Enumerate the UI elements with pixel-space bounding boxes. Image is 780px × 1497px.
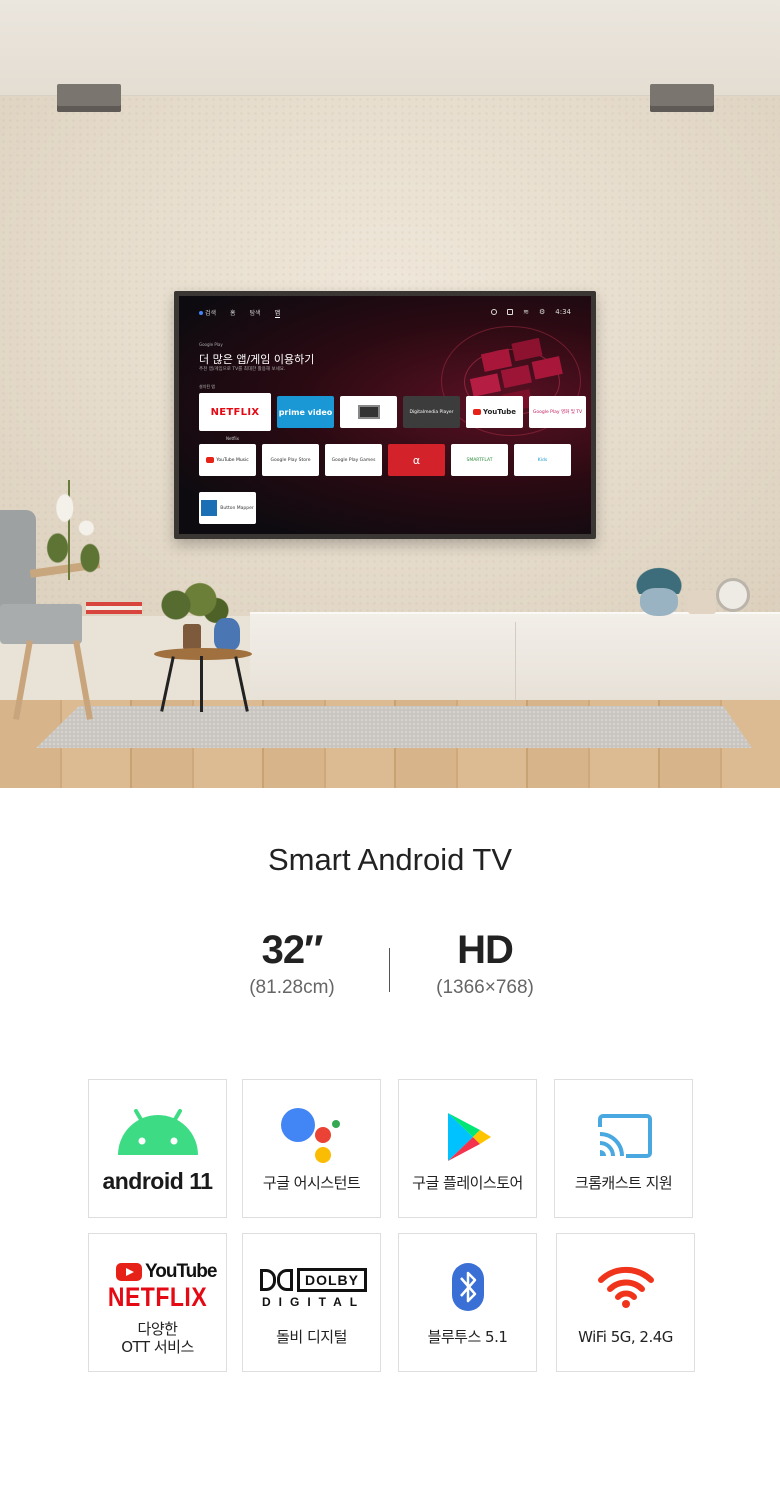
feature-google-assistant: 구글 어시스턴트 [242, 1079, 381, 1218]
tv-app-caption: Netflix [226, 436, 240, 441]
feature-ott-label-line2: OTT 서비스 [121, 1338, 194, 1356]
info-icon [491, 309, 498, 315]
tv-nav-explore: 탐색 [249, 310, 261, 317]
feature-android: android 11 [88, 1079, 227, 1218]
feature-chromecast: 크롬캐스트 지원 [554, 1079, 693, 1218]
assistant-dot-icon [199, 311, 203, 315]
ceiling-light-left [57, 84, 121, 112]
feature-dolby: DOLBY DIGITAL 돌비 디지털 [242, 1233, 381, 1372]
youtube-logo: YouTube [116, 1261, 217, 1283]
wifi-icon [598, 1266, 654, 1308]
dolby-logo-top: DOLBY [260, 1268, 367, 1292]
rug [36, 706, 752, 748]
tv-google-play-tag: Google Play [199, 342, 223, 347]
tv-subline: 추천 앱/게임으로 TV를 최대한 활용해 보세요. [199, 367, 286, 372]
plant-pot [183, 624, 201, 650]
alarm-clock [716, 578, 750, 612]
tv-app-prime-video: prime video [277, 396, 334, 428]
product-title: Smart Android TV [267, 842, 513, 877]
feature-ott-label: 다양한 OTT 서비스 [89, 1320, 226, 1356]
armchair-back [0, 510, 36, 610]
tv-icon [357, 405, 380, 419]
tv-clock: 4:34 [555, 308, 571, 316]
blue-vase [214, 618, 240, 650]
tv-app-play-store: Google Play Store [262, 444, 319, 476]
tv-nav-search-label: 검색 [205, 310, 217, 317]
tv-app-youtube-music: YouTube Music [199, 444, 256, 476]
tv-app-row-3: Button Mapper [199, 492, 256, 524]
button-mapper-icon [201, 500, 218, 516]
tv-app-play-games: Google Play Games [325, 444, 382, 476]
spec-resolution-detail: (1366×768) [436, 977, 534, 998]
tv-app-button-mapper-label: Button Mapper [220, 505, 254, 511]
youtube-logo-text: YouTube [145, 1261, 217, 1282]
feature-bluetooth-label: 블루투스 5.1 [427, 1328, 508, 1346]
tv-top-nav: 검색 홈 탐색 앱 [199, 308, 281, 318]
spec-size-value: 32″ [261, 928, 324, 972]
tv-nav-home: 홈 [230, 310, 236, 317]
tv-headline: 더 많은 앱/게임 이용하기 [199, 353, 315, 366]
tv-app-smartflat: SMARTFLAT [451, 444, 508, 476]
tv-row-label: 설치된 앱 [199, 384, 215, 389]
dolby-logo-sub: DIGITAL [262, 1295, 366, 1309]
tv-app-kids: Kids [514, 444, 571, 476]
chromecast-icon [598, 1114, 652, 1158]
tv-screen: 검색 홈 탐색 앱 ≋ ⚙ 4:34 Google Play 더 많은 앱/게임… [179, 296, 591, 534]
android-11-logo: android 11 [102, 1168, 213, 1194]
feature-wifi-label: WiFi 5G, 2.4G [578, 1328, 673, 1346]
feature-ott-label-line1: 다양한 [137, 1320, 178, 1338]
decor-pot [640, 588, 678, 616]
feature-dolby-label: 돌비 디지털 [276, 1328, 347, 1346]
dolby-double-d-icon [260, 1269, 293, 1291]
youtube-play-icon [116, 1263, 142, 1281]
hero-room-scene: 검색 홈 탐색 앱 ≋ ⚙ 4:34 Google Play 더 많은 앱/게임… [0, 0, 780, 788]
feature-chromecast-label: 크롬캐스트 지원 [574, 1174, 673, 1192]
tv-app-digitalmedia: Digitalmedia Player [403, 396, 460, 428]
bluetooth-icon [452, 1263, 484, 1311]
spec-resolution: HD (1366×768) [385, 928, 585, 999]
decor-box [688, 590, 716, 614]
tv-nav-search: 검색 [199, 308, 216, 318]
ceiling [0, 0, 780, 96]
wifi-icon: ≋ [523, 308, 529, 316]
spec-size-detail: (81.28cm) [249, 977, 335, 998]
tv-app-netflix: NETFLIX [199, 393, 271, 431]
feature-bluetooth: 블루투스 5.1 [398, 1233, 537, 1372]
tv-app-youtube: YouTube [466, 396, 523, 428]
spec-size: 32″ (81.28cm) [192, 928, 392, 999]
feature-play-store: 구글 플레이스토어 [398, 1079, 537, 1218]
armchair-seat [0, 604, 82, 644]
books [86, 602, 142, 614]
dolby-digital-logo: DOLBY DIGITAL [260, 1268, 367, 1309]
flower-plant [36, 478, 108, 578]
netflix-logo: NETFLIX [107, 1281, 208, 1312]
tv-nav-apps: 앱 [274, 310, 281, 318]
settings-icon: ⚙ [538, 308, 546, 316]
google-play-icon [448, 1113, 491, 1161]
dolby-logo-brand: DOLBY [297, 1268, 367, 1292]
feature-ott: YouTube NETFLIX 다양한 OTT 서비스 [88, 1233, 227, 1372]
tv-app-play-movies: Google Play 영화 및 TV [529, 396, 586, 428]
table-leg [200, 656, 203, 712]
google-assistant-icon [281, 1108, 340, 1163]
tv-app-alpha: α [388, 444, 445, 476]
feature-play-store-label: 구글 플레이스토어 [412, 1174, 523, 1192]
ceiling-light-right [650, 84, 714, 112]
android-robot-icon [118, 1109, 198, 1155]
input-icon [507, 309, 514, 315]
tv-status-bar: ≋ ⚙ 4:34 [491, 308, 571, 316]
tv-cabinet [250, 612, 780, 702]
tv-app-button-mapper: Button Mapper [199, 492, 256, 524]
tv-app-tv-icon [340, 396, 397, 428]
feature-wifi: WiFi 5G, 2.4G [556, 1233, 695, 1372]
cabinet-seam [515, 622, 516, 702]
spec-resolution-value: HD [457, 928, 514, 972]
tv-app-row-2: YouTube Music Google Play Store Google P… [199, 444, 571, 476]
tv-app-row-1: NETFLIX prime video Digitalmedia Player … [199, 393, 586, 431]
feature-google-assistant-label: 구글 어시스턴트 [262, 1174, 361, 1192]
